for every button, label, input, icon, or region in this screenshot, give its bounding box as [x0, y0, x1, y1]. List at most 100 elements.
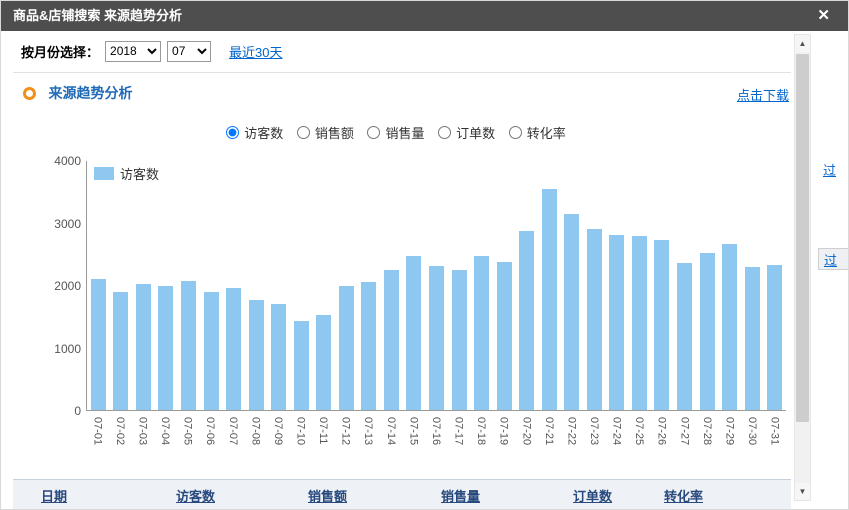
dialog-titlebar: 商品&店铺搜索 来源趋势分析 ✕	[1, 1, 849, 31]
bar-07-28	[700, 253, 715, 410]
bar-07-04	[158, 286, 173, 411]
x-tick-label: 07-14	[380, 414, 403, 462]
table-header-sales-amount[interactable]: 销售额	[308, 486, 441, 505]
bar-07-09	[271, 304, 286, 410]
bar-slot	[606, 161, 629, 410]
section-title: 来源趋势分析	[48, 85, 132, 101]
x-tick-label: 07-30	[741, 414, 764, 462]
x-tick-label: 07-03	[131, 414, 154, 462]
x-tick-label: 07-12	[334, 414, 357, 462]
x-tick-label: 07-26	[650, 414, 673, 462]
table-header-visitors[interactable]: 访客数	[176, 486, 308, 505]
bar-07-26	[654, 240, 669, 410]
y-tick-label: 2000	[37, 278, 81, 294]
clipped-link-fragment[interactable]: 过	[823, 160, 836, 179]
y-axis: 4000 3000 2000 1000 0	[37, 153, 81, 419]
bar-slot	[538, 161, 561, 410]
bar-07-03	[136, 284, 151, 410]
bar-07-07	[226, 288, 241, 410]
x-axis-labels: 07-0107-0207-0307-0407-0507-0607-0707-08…	[86, 414, 786, 462]
divider	[13, 72, 791, 73]
bar-07-10	[294, 321, 309, 410]
bar-07-21	[542, 189, 557, 410]
radio-visitors-label[interactable]: 访客数	[244, 126, 283, 141]
bar-slot	[448, 161, 471, 410]
bar-slot	[583, 161, 606, 410]
bar-slot	[177, 161, 200, 410]
x-tick-label: 07-31	[763, 414, 786, 462]
y-tick-label: 0	[37, 403, 81, 419]
x-tick-label: 07-15	[402, 414, 425, 462]
table-header-orders[interactable]: 订单数	[573, 486, 664, 505]
table-header-date[interactable]: 日期	[41, 486, 176, 505]
scrollbar-down-icon[interactable]: ▼	[795, 483, 810, 500]
bar-slot	[628, 161, 651, 410]
clipped-button-fragment[interactable]: 过	[818, 248, 849, 270]
download-link[interactable]: 点击下载	[737, 85, 789, 104]
bar-07-15	[406, 256, 421, 410]
bar-slot	[132, 161, 155, 410]
x-tick-label: 07-07	[221, 414, 244, 462]
radio-orders[interactable]	[438, 126, 451, 139]
bar-07-30	[745, 267, 760, 410]
bar-07-08	[249, 300, 264, 410]
clipped-link-fragment[interactable]: 过	[824, 250, 837, 269]
x-tick-label: 07-02	[109, 414, 132, 462]
bar-07-12	[339, 286, 354, 410]
bar-07-24	[609, 235, 624, 410]
bar-slot	[335, 161, 358, 410]
bar-slot	[380, 161, 403, 410]
x-tick-label: 07-21	[538, 414, 561, 462]
scrollbar-up-icon[interactable]: ▲	[795, 35, 810, 52]
radio-conversion-rate-label[interactable]: 转化率	[527, 126, 566, 141]
vertical-scrollbar[interactable]: ▲ ▼	[794, 34, 811, 501]
radio-sales-amount-label[interactable]: 销售额	[315, 126, 354, 141]
table-header-conversion-rate[interactable]: 转化率	[664, 486, 791, 505]
bar-slot	[200, 161, 223, 410]
y-tick-label: 4000	[37, 153, 81, 169]
radio-orders-label[interactable]: 订单数	[456, 126, 495, 141]
x-tick-label: 07-28	[696, 414, 719, 462]
radio-sales-volume[interactable]	[367, 126, 380, 139]
x-tick-label: 07-01	[86, 414, 109, 462]
x-tick-label: 07-22	[560, 414, 583, 462]
bar-07-05	[181, 281, 196, 410]
scrollbar-thumb[interactable]	[796, 54, 809, 422]
x-tick-label: 07-06	[199, 414, 222, 462]
radio-conversion-rate[interactable]	[509, 126, 522, 139]
x-tick-label: 07-27	[673, 414, 696, 462]
bar-slot	[741, 161, 764, 410]
radio-sales-volume-label[interactable]: 销售量	[385, 126, 424, 141]
recent-30-days-link[interactable]: 最近30天	[229, 42, 282, 61]
bar-slot	[696, 161, 719, 410]
bar-07-27	[677, 263, 692, 410]
plot-area	[86, 161, 786, 411]
bar-07-06	[204, 292, 219, 410]
bar-slot	[763, 161, 786, 410]
x-tick-label: 07-10	[289, 414, 312, 462]
x-tick-label: 07-25	[628, 414, 651, 462]
x-tick-label: 07-23	[583, 414, 606, 462]
month-select[interactable]: 07	[167, 41, 211, 62]
bar-slot	[245, 161, 268, 410]
bar-slot	[290, 161, 313, 410]
month-controls: 按月份选择： 2018 07 最近30天	[21, 39, 282, 63]
bar-slot	[222, 161, 245, 410]
x-tick-label: 07-16	[425, 414, 448, 462]
bar-slot	[110, 161, 133, 410]
bar-slot	[425, 161, 448, 410]
bar-07-13	[361, 282, 376, 410]
year-select[interactable]: 2018	[105, 41, 161, 62]
bar-slot	[560, 161, 583, 410]
bar-slot	[403, 161, 426, 410]
table-header-sales-volume[interactable]: 销售量	[441, 486, 573, 505]
bar-slot	[718, 161, 741, 410]
section-header: 来源趋势分析 点击下载	[23, 83, 789, 105]
x-tick-label: 07-04	[154, 414, 177, 462]
close-icon[interactable]: ✕	[817, 7, 830, 25]
metric-radio-group: 访客数 销售额 销售量 订单数 转化率	[1, 123, 801, 142]
bar-07-31	[767, 265, 782, 410]
radio-sales-amount[interactable]	[297, 126, 310, 139]
bar-slot	[312, 161, 335, 410]
radio-visitors[interactable]	[226, 126, 239, 139]
